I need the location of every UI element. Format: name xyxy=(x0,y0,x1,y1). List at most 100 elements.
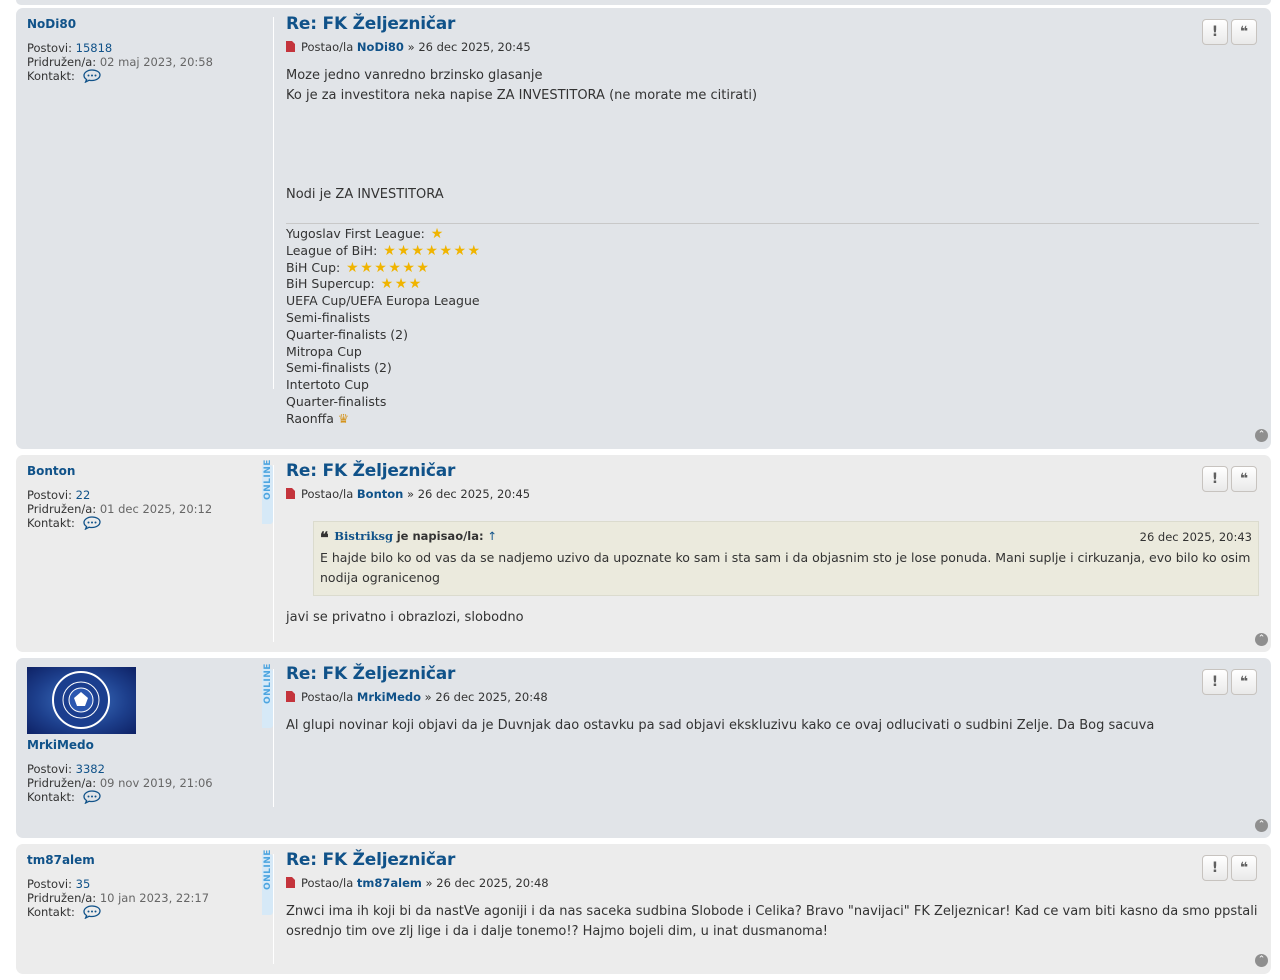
signature-text: Intertoto Cup xyxy=(286,377,369,393)
contact-bubble-icon[interactable] xyxy=(82,905,101,923)
report-button[interactable]: ! xyxy=(1202,466,1228,492)
signature-text: Quarter-finalists xyxy=(286,393,387,409)
quote-button[interactable]: ❝ xyxy=(1231,466,1257,492)
signature-text: Semi-finalists xyxy=(286,309,371,325)
joined-label: Pridružen/a: xyxy=(27,501,97,516)
signature-text: Yugoslav First League: xyxy=(286,226,425,241)
signature-line: Quarter-finalists xyxy=(286,394,1259,411)
post-title[interactable]: Re: FK Željezničar xyxy=(286,664,1259,684)
post-count-link[interactable]: 35 xyxy=(76,877,91,891)
contact-bubble-icon[interactable] xyxy=(82,516,101,534)
joined-row: Pridružen/a: 02 maj 2023, 20:58 xyxy=(27,54,267,70)
post-author-link[interactable]: tm87alem xyxy=(357,876,422,890)
quote-button[interactable]: ❝ xyxy=(1231,19,1257,45)
post-profile: MrkiMedo Postovi: 3382 Pridružen/a: 09 n… xyxy=(27,667,267,808)
report-button[interactable]: ! xyxy=(1202,19,1228,45)
contact-row: Kontakt: xyxy=(27,790,267,808)
post-document-icon[interactable] xyxy=(286,488,295,502)
post-count-link[interactable]: 3382 xyxy=(76,762,105,776)
profile-divider xyxy=(273,854,274,964)
posts-label: Postovi: xyxy=(27,877,72,891)
quote-author-link[interactable]: Bistriksg xyxy=(334,529,393,543)
post-count-link[interactable]: 15818 xyxy=(76,41,113,55)
joined-row: Pridružen/a: 01 dec 2025, 20:12 xyxy=(27,501,267,517)
back-to-top-icon[interactable]: ⌃ xyxy=(1255,954,1268,967)
post-author-link[interactable]: Bonton xyxy=(357,487,403,501)
post-buttons: ! ❝ xyxy=(1202,466,1257,492)
avatar[interactable] xyxy=(27,667,136,734)
post-author-link[interactable]: NoDi80 xyxy=(357,40,404,54)
separator: » xyxy=(424,690,432,704)
joined-row: Pridružen/a: 10 jan 2023, 22:17 xyxy=(27,890,267,906)
signature-line: Intertoto Cup xyxy=(286,377,1259,394)
post-count-row: Postovi: 22 xyxy=(27,488,267,503)
back-to-top-icon[interactable]: ⌃ xyxy=(1255,429,1268,442)
username-link[interactable]: NoDi80 xyxy=(27,17,267,31)
post-content: Moze jedno vanredno brzinsko glasanje Ko… xyxy=(286,66,1259,205)
post-date: 26 dec 2025, 20:45 xyxy=(417,487,531,501)
post-body: Re: FK Željezničar Postao/la MrkiMedo » … xyxy=(286,664,1259,736)
post-body: Re: FK Željezničar Postao/la tm87alem » … xyxy=(286,850,1259,942)
report-button[interactable]: ! xyxy=(1202,669,1228,695)
quote-button[interactable]: ❝ xyxy=(1231,855,1257,881)
contact-bubble-icon[interactable] xyxy=(82,69,101,87)
signature-line: Raonffa ♛ xyxy=(286,411,1259,428)
posted-by-label: Postao/la xyxy=(301,40,354,54)
joined-date: 01 dec 2025, 20:12 xyxy=(99,501,213,516)
posts-label: Postovi: xyxy=(27,41,72,55)
post-count-row: Postovi: 15818 xyxy=(27,41,267,56)
quote-source-arrow-icon[interactable]: ↑ xyxy=(487,529,497,543)
quote-icon: ❝ xyxy=(320,528,329,547)
post-document-icon[interactable] xyxy=(286,41,295,55)
signature: Yugoslav First League: ★ League of BiH: ★… xyxy=(286,223,1259,428)
post-document-icon[interactable] xyxy=(286,691,295,705)
quote-button[interactable]: ❝ xyxy=(1231,669,1257,695)
post-author-line: Postao/la MrkiMedo » 26 dec 2025, 20:48 xyxy=(286,690,1259,705)
separator: » xyxy=(407,487,415,501)
post-title[interactable]: Re: FK Željezničar xyxy=(286,461,1259,481)
back-to-top-icon[interactable]: ⌃ xyxy=(1255,633,1268,646)
post: tm87alem Postovi: 35 Pridružen/a: 10 jan… xyxy=(16,844,1271,974)
profile-divider xyxy=(273,465,274,642)
report-button[interactable]: ! xyxy=(1202,855,1228,881)
post-date: 26 dec 2025, 20:48 xyxy=(436,876,549,890)
post-profile: tm87alem Postovi: 35 Pridružen/a: 10 jan… xyxy=(27,853,267,923)
trophy-stars-icon: ★★★ xyxy=(374,276,423,293)
signature-text: League of BiH: xyxy=(286,242,378,258)
quote-header: ❝ Bistriksg je napisao/la: ↑ 26 dec 2025… xyxy=(320,528,1252,546)
trophy-stars-icon: ★★★★★★ xyxy=(340,259,431,276)
online-badge: ONLINE xyxy=(262,459,273,524)
post-buttons: ! ❝ xyxy=(1202,19,1257,45)
contact-label: Kontakt: xyxy=(27,905,75,919)
quote-text: E hajde bilo ko od vas da se nadjemo uzi… xyxy=(320,550,1251,585)
signature-line: BiH Supercup: ★★★ xyxy=(286,276,1259,293)
post-count-link[interactable]: 22 xyxy=(76,488,91,502)
trophy-stars-icon: ★ xyxy=(424,226,445,242)
username-link[interactable]: tm87alem xyxy=(27,853,267,867)
profile-divider xyxy=(273,17,274,389)
username-link[interactable]: MrkiMedo xyxy=(27,738,267,752)
post-title[interactable]: Re: FK Željezničar xyxy=(286,850,1259,870)
joined-label: Pridružen/a: xyxy=(27,890,97,905)
post-document-icon[interactable] xyxy=(286,877,295,891)
username-link[interactable]: Bonton xyxy=(27,464,267,478)
joined-label: Pridružen/a: xyxy=(27,54,97,69)
quote-date: 26 dec 2025, 20:43 xyxy=(1139,530,1252,544)
contact-label: Kontakt: xyxy=(27,790,75,804)
online-badge: ONLINE xyxy=(262,663,273,728)
signature-text: Raonffa xyxy=(286,410,334,426)
signature-text: Quarter-finalists (2) xyxy=(286,326,409,342)
post-body: Re: FK Željezničar Postao/la Bonton » 26… xyxy=(286,461,1259,628)
post-author-line: Postao/la NoDi80 » 26 dec 2025, 20:45 xyxy=(286,40,1259,55)
back-to-top-icon[interactable]: ⌃ xyxy=(1255,819,1268,832)
posts-label: Postovi: xyxy=(27,762,72,776)
signature-line: Semi-finalists xyxy=(286,310,1259,327)
signature-line: Semi-finalists (2) xyxy=(286,360,1259,377)
post-content: javi se privatno i obrazlozi, slobodno xyxy=(286,610,524,625)
post-title[interactable]: Re: FK Željezničar xyxy=(286,14,1259,34)
post-buttons: ! ❝ xyxy=(1202,669,1257,695)
contact-bubble-icon[interactable] xyxy=(82,790,101,808)
signature-line: League of BiH: ★★★★★★★ xyxy=(286,243,1259,260)
post-date: 26 dec 2025, 20:45 xyxy=(418,40,531,54)
post-author-link[interactable]: MrkiMedo xyxy=(357,690,421,704)
